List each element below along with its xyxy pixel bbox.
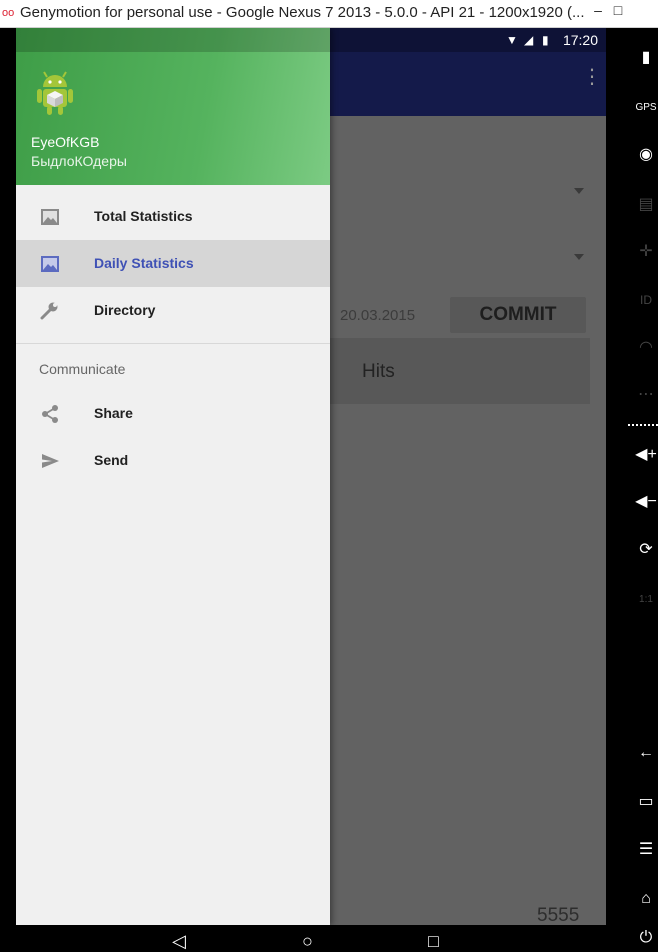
home-nav-icon[interactable]: ○	[302, 931, 313, 952]
gps-widget-icon[interactable]: GPS	[634, 96, 658, 120]
nav-item-total-statistics[interactable]: Total Statistics	[16, 193, 330, 240]
nav-item-label: Share	[94, 405, 133, 421]
window-titlebar: oo Genymotion for personal use - Google …	[0, 0, 658, 28]
volume-up-icon[interactable]: ◀+	[634, 443, 658, 467]
power-widget-icon[interactable]: ⏻	[634, 926, 658, 950]
number-value: 5555	[537, 905, 580, 925]
signal-icon: ◢	[524, 33, 534, 47]
nav-item-send[interactable]: Send	[16, 437, 330, 484]
back-widget-icon[interactable]: ←	[634, 741, 658, 765]
app-bar: ⋮	[330, 52, 606, 116]
rotate-icon[interactable]: ⟳	[634, 538, 658, 562]
side-panel-separator	[628, 424, 658, 426]
account-subtitle: БыдлоКОдеры	[31, 153, 127, 169]
android-nav-bar: ◁ ○ □	[16, 925, 630, 951]
hits-header: Hits	[330, 338, 590, 404]
nav-item-label: Total Statistics	[94, 208, 193, 224]
account-name: EyeOfKGB	[31, 134, 100, 150]
drawer-divider	[16, 343, 330, 344]
minimize-button[interactable]: –	[588, 0, 608, 24]
nav-item-share[interactable]: Share	[16, 390, 330, 437]
battery-widget-icon[interactable]: ▮	[634, 46, 658, 70]
drawer-header: EyeOfKGB БыдлоКОдеры	[16, 28, 330, 185]
wifi-icon: ▼	[506, 33, 518, 47]
identifiers-widget-icon[interactable]: ID	[634, 288, 658, 312]
back-nav-icon[interactable]: ◁	[172, 931, 186, 952]
more-widgets-icon[interactable]: ⋯	[634, 383, 658, 407]
spinner-2-dropdown-icon[interactable]	[574, 254, 584, 260]
menu-widget-icon[interactable]: ☰	[634, 838, 658, 862]
section-title-communicate: Communicate	[39, 361, 126, 377]
main-content: 20.03.2015 COMMIT Hits 5555	[330, 116, 606, 925]
battery-icon: ▮	[542, 33, 549, 47]
network-widget-icon[interactable]: ◠	[634, 336, 658, 360]
device-screen: ▼ ◢ ▮ 17:20 ⋮ 20.03.2015 COMMIT Hits 555…	[16, 28, 606, 925]
webcam-widget-icon[interactable]: ◉	[634, 143, 658, 167]
genymotion-logo-icon: oo	[2, 7, 15, 19]
share-icon	[42, 405, 58, 423]
image-icon	[41, 209, 59, 225]
volume-down-icon[interactable]: ◀−	[634, 490, 658, 514]
status-time: 17:20	[562, 32, 598, 48]
android-avatar-icon	[37, 71, 73, 115]
nav-item-daily-statistics[interactable]: Daily Statistics	[16, 240, 330, 287]
maximize-button[interactable]: □	[608, 0, 628, 24]
nav-item-label: Directory	[94, 302, 156, 318]
window-title: Genymotion for personal use - Google Nex…	[20, 4, 585, 21]
home-widget-icon[interactable]: ⌂	[634, 887, 658, 911]
drawer-status-scrim	[16, 28, 330, 52]
screencast-widget-icon[interactable]: ▤	[634, 193, 658, 217]
wrench-icon	[40, 302, 58, 320]
spinner-1-dropdown-icon[interactable]	[574, 188, 584, 194]
nav-item-label: Send	[94, 452, 129, 468]
overflow-menu-icon[interactable]: ⋮	[582, 67, 602, 87]
send-icon	[42, 454, 59, 468]
navigation-drawer: EyeOfKGB БыдлоКОдеры Total Statistics Da…	[16, 28, 330, 925]
nav-item-directory[interactable]: Directory	[16, 287, 330, 334]
image-icon	[41, 256, 59, 272]
recent-apps-widget-icon[interactable]: ▭	[634, 790, 658, 814]
date-field[interactable]: 20.03.2015	[340, 307, 415, 324]
recents-nav-icon[interactable]: □	[428, 931, 439, 952]
commit-button[interactable]: COMMIT	[450, 297, 586, 333]
pixel-perfect-icon[interactable]: 1:1	[634, 588, 658, 612]
remote-control-widget-icon[interactable]: ✛	[634, 240, 658, 264]
status-bar: ▼ ◢ ▮ 17:20	[330, 28, 606, 52]
nav-item-label: Daily Statistics	[94, 255, 194, 271]
